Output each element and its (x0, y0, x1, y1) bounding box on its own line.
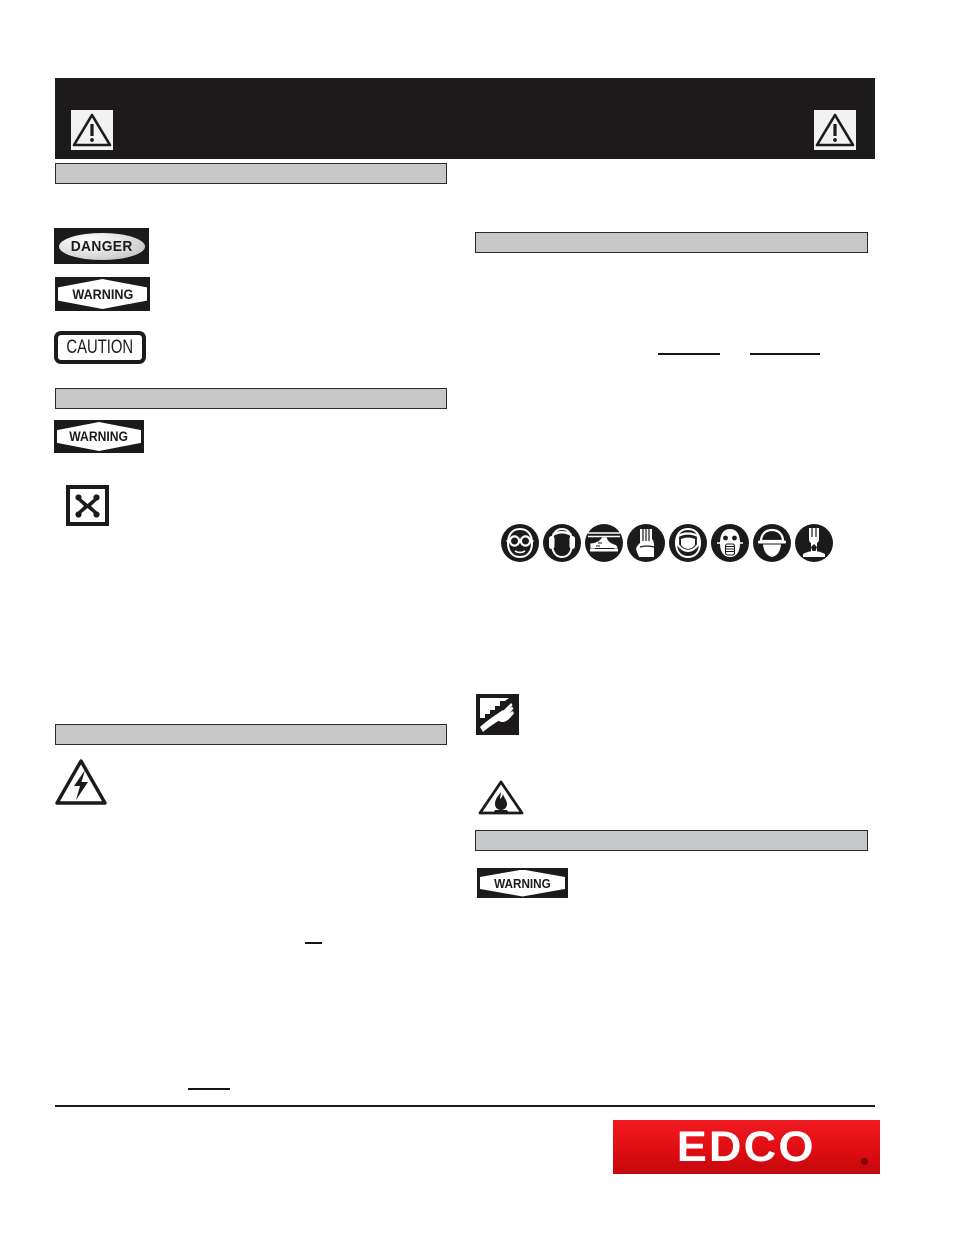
warning-badge-label: WARNING (69, 429, 129, 444)
edco-logo: EDCO (613, 1120, 880, 1174)
warning-badge-hexagon: WARNING (58, 279, 147, 309)
face-shield-icon (668, 523, 708, 563)
caution-badge-label: CAUTION (66, 336, 134, 358)
header-banner-title (195, 78, 835, 159)
footer-divider-rule (55, 1105, 875, 1107)
warning-triangle-icon (71, 110, 113, 150)
danger-signal-badge: DANGER (54, 228, 149, 264)
safety-boot-icon (584, 523, 624, 563)
warning-signal-badge: WARNING (477, 868, 568, 898)
section-header-bar (475, 830, 868, 851)
caution-signal-badge: CAUTION (54, 331, 146, 364)
warning-triangle-icon (814, 110, 856, 150)
danger-badge-label: DANGER (70, 237, 133, 255)
text-underline-rule (658, 353, 720, 355)
header-banner (55, 78, 875, 159)
registered-trademark-icon (861, 1158, 868, 1165)
danger-badge-oval: DANGER (58, 232, 145, 260)
section-header-bar (55, 388, 447, 409)
caution-badge-inner: CAUTION (58, 335, 142, 360)
safety-glasses-icon (500, 523, 540, 563)
warning-signal-badge: WARNING (55, 277, 150, 311)
protective-clothing-icon (794, 523, 834, 563)
manual-page: DANGER WARNING CAUTION WARNING WARNING E… (0, 0, 954, 1235)
crossed-prohibition-icon (65, 484, 110, 527)
section-header-bar (55, 163, 447, 184)
section-header-bar (475, 232, 868, 253)
hard-hat-icon (752, 523, 792, 563)
warning-badge-hexagon: WARNING (57, 422, 141, 451)
ppe-icon-row (500, 522, 840, 564)
fire-hazard-icon (477, 779, 525, 817)
section-header-bar (55, 724, 447, 745)
hand-entanglement-icon (476, 694, 519, 735)
warning-badge-hexagon: WARNING (480, 869, 565, 897)
text-underline-rule (305, 942, 322, 944)
text-underline-rule (750, 353, 820, 355)
safety-glove-icon (626, 523, 666, 563)
respirator-mask-icon (710, 523, 750, 563)
electric-shock-icon (54, 757, 108, 807)
warning-badge-label: WARNING (72, 286, 133, 302)
warning-badge-label: WARNING (494, 875, 551, 891)
warning-signal-badge: WARNING (54, 420, 144, 453)
hearing-protection-icon (542, 523, 582, 563)
text-underline-rule (188, 1088, 230, 1090)
edco-wordmark: EDCO (677, 1122, 816, 1171)
